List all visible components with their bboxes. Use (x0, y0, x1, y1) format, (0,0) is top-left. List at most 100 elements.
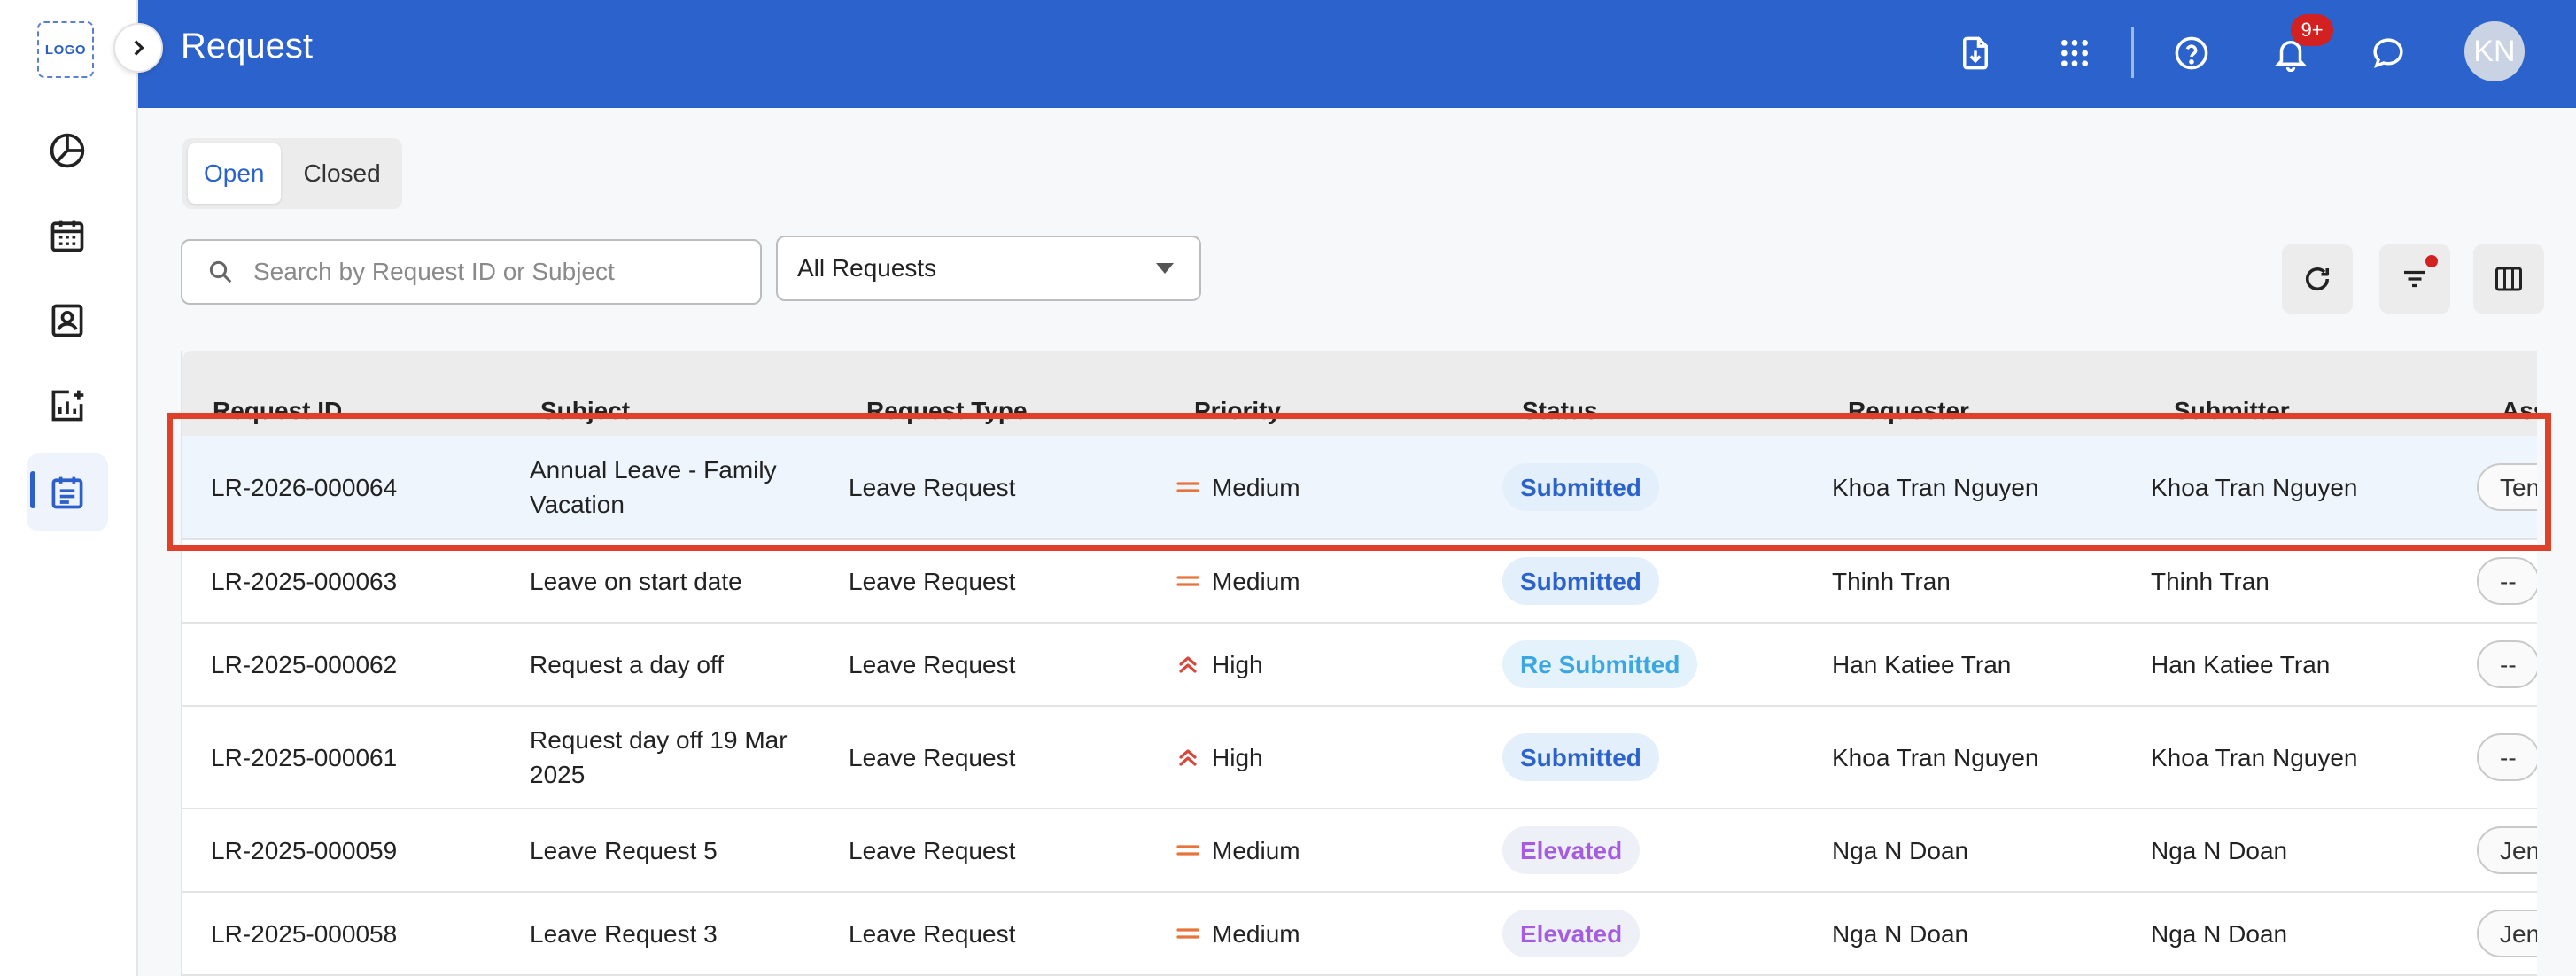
cell-submitter: Khoa Tran Nguyen (2151, 473, 2358, 501)
dropdown-arrow-icon (1156, 263, 1174, 274)
status-badge: Submitted (1502, 557, 1659, 605)
search-box (181, 239, 762, 305)
cell-status: Submitted (1502, 540, 1659, 622)
priority-medium-icon (1176, 928, 1199, 939)
notification-badge: 9+ (2291, 14, 2333, 46)
filter-icon (2404, 270, 2425, 288)
sidebar-item-contacts[interactable] (27, 282, 108, 360)
assignee-chip[interactable]: Tenant (2477, 463, 2537, 511)
columns-icon (2495, 267, 2522, 291)
sidebar-item-requests[interactable] (27, 453, 108, 531)
filter-button[interactable] (2379, 244, 2450, 314)
sidebar-expand-button[interactable] (113, 23, 163, 73)
status-badge: Submitted (1502, 733, 1659, 781)
priority-label: Medium (1212, 567, 1300, 595)
status-badge: Submitted (1502, 463, 1659, 511)
sidebar-item-dashboard[interactable] (27, 112, 108, 190)
columns-button[interactable] (2473, 244, 2544, 314)
priority-label: High (1212, 650, 1263, 678)
assignee-chip[interactable]: Jennie (2477, 910, 2537, 957)
tab-open[interactable]: Open (188, 143, 281, 204)
request-filter-select[interactable]: All Requests (776, 236, 1201, 301)
cell-submitter: Nga N Doan (2151, 836, 2288, 864)
priority-high-icon (1179, 656, 1197, 673)
cell-assignee: -- (2477, 540, 2537, 622)
user-avatar[interactable]: KN (2464, 21, 2525, 81)
col-assignee[interactable]: Assignee (2502, 397, 2537, 425)
cell-request-id: LR-2026-000064 (211, 473, 398, 501)
cell-priority: Medium (1176, 893, 1300, 974)
chevron-right-icon (134, 40, 144, 56)
cell-priority: Medium (1176, 540, 1300, 622)
priority-high-icon (1179, 749, 1197, 766)
cell-requester: Thinh Tran (1832, 567, 1951, 595)
col-status[interactable]: Status (1522, 397, 1598, 425)
apps-grid-icon (2061, 40, 2088, 66)
help-icon (2175, 36, 2208, 70)
cell-assignee: Tenant (2477, 436, 2537, 538)
cell-priority: Medium (1176, 809, 1300, 891)
cell-request-id: LR-2025-000059 (211, 836, 398, 864)
apps-menu-button[interactable] (2046, 25, 2103, 81)
table-header: Request ID Subject Request Type Priority… (182, 351, 2537, 436)
table-row[interactable]: LR-2025-000062 Request a day off Leave Req… (182, 624, 2537, 707)
table-row[interactable]: LR-2025-000061 Request day off 19 Mar 202… (182, 707, 2537, 809)
top-header: Request 9+ KN (138, 0, 2576, 108)
table-row[interactable]: LR-2026-000064 Annual Leave - Family Vaca… (182, 436, 2537, 540)
cell-requester: Nga N Doan (1832, 836, 1969, 864)
chat-button[interactable] (2360, 25, 2417, 81)
assignee-chip[interactable]: -- (2477, 640, 2537, 688)
cell-assignee: -- (2477, 707, 2537, 808)
cell-priority: Medium (1176, 436, 1300, 538)
pie-chart-icon (50, 133, 85, 168)
priority-label: Medium (1212, 919, 1300, 948)
help-button[interactable] (2163, 25, 2220, 81)
col-requester[interactable]: Requester (1848, 397, 1969, 425)
cell-status: Submitted (1502, 436, 1659, 538)
cell-submitter: Han Katiee Tran (2151, 650, 2331, 678)
priority-label: Medium (1212, 836, 1300, 864)
cell-assignee: Jennie (2477, 809, 2537, 891)
cell-submitter: Khoa Tran Nguyen (2151, 743, 2358, 771)
tab-closed[interactable]: Closed (288, 143, 397, 204)
table-row[interactable]: LR-2025-000058 Leave Request 3 Leave Reque… (182, 893, 2537, 976)
status-tabs: Open Closed (182, 138, 402, 209)
requests-table: Request ID Subject Request Type Priority… (181, 351, 2537, 976)
assignee-chip[interactable]: -- (2477, 557, 2537, 605)
cell-request-type: Leave Request (849, 743, 1016, 771)
contact-card-icon (51, 304, 83, 337)
cell-status: Re Submitted (1502, 624, 1698, 705)
col-subject[interactable]: Subject (540, 397, 630, 425)
cell-request-id: LR-2025-000061 (211, 743, 398, 771)
cell-assignee: Jennie (2477, 893, 2537, 974)
download-button[interactable] (1947, 25, 2004, 81)
cell-status: Elevated (1502, 809, 1641, 891)
assignee-chip[interactable]: Jennie (2477, 826, 2537, 874)
active-filter-dot (2425, 255, 2438, 267)
request-filter-value: All Requests (797, 254, 937, 282)
col-request-type[interactable]: Request Type (866, 397, 1028, 425)
refresh-icon (2305, 267, 2330, 291)
table-row[interactable]: LR-2025-000059 Leave Request 5 Leave Reque… (182, 809, 2537, 893)
status-badge: Elevated (1502, 910, 1641, 957)
download-file-icon (1963, 36, 1988, 70)
sidebar: LOGO (0, 0, 138, 976)
cell-request-type: Leave Request (849, 836, 1016, 864)
sidebar-item-calendar[interactable] (27, 197, 108, 275)
cell-priority: High (1176, 624, 1263, 705)
status-badge: Re Submitted (1502, 640, 1698, 688)
assignee-chip[interactable]: -- (2477, 733, 2537, 781)
cell-subject: Annual Leave - Family Vacation (530, 456, 777, 518)
cell-request-id: LR-2025-000058 (211, 919, 398, 948)
cell-subject: Leave Request 3 (530, 919, 718, 948)
logo[interactable]: LOGO (37, 21, 94, 78)
table-row[interactable]: LR-2025-000063 Leave on start date Leave R… (182, 540, 2537, 624)
search-input[interactable] (253, 258, 749, 286)
col-submitter[interactable]: Submitter (2174, 397, 2290, 425)
col-request-id[interactable]: Request ID (213, 397, 342, 425)
cell-submitter: Thinh Tran (2151, 567, 2270, 595)
refresh-button[interactable] (2282, 244, 2353, 314)
main-content: Open Closed All Requests (138, 108, 2576, 976)
sidebar-item-analytics[interactable] (27, 367, 108, 445)
col-priority[interactable]: Priority (1194, 397, 1281, 425)
